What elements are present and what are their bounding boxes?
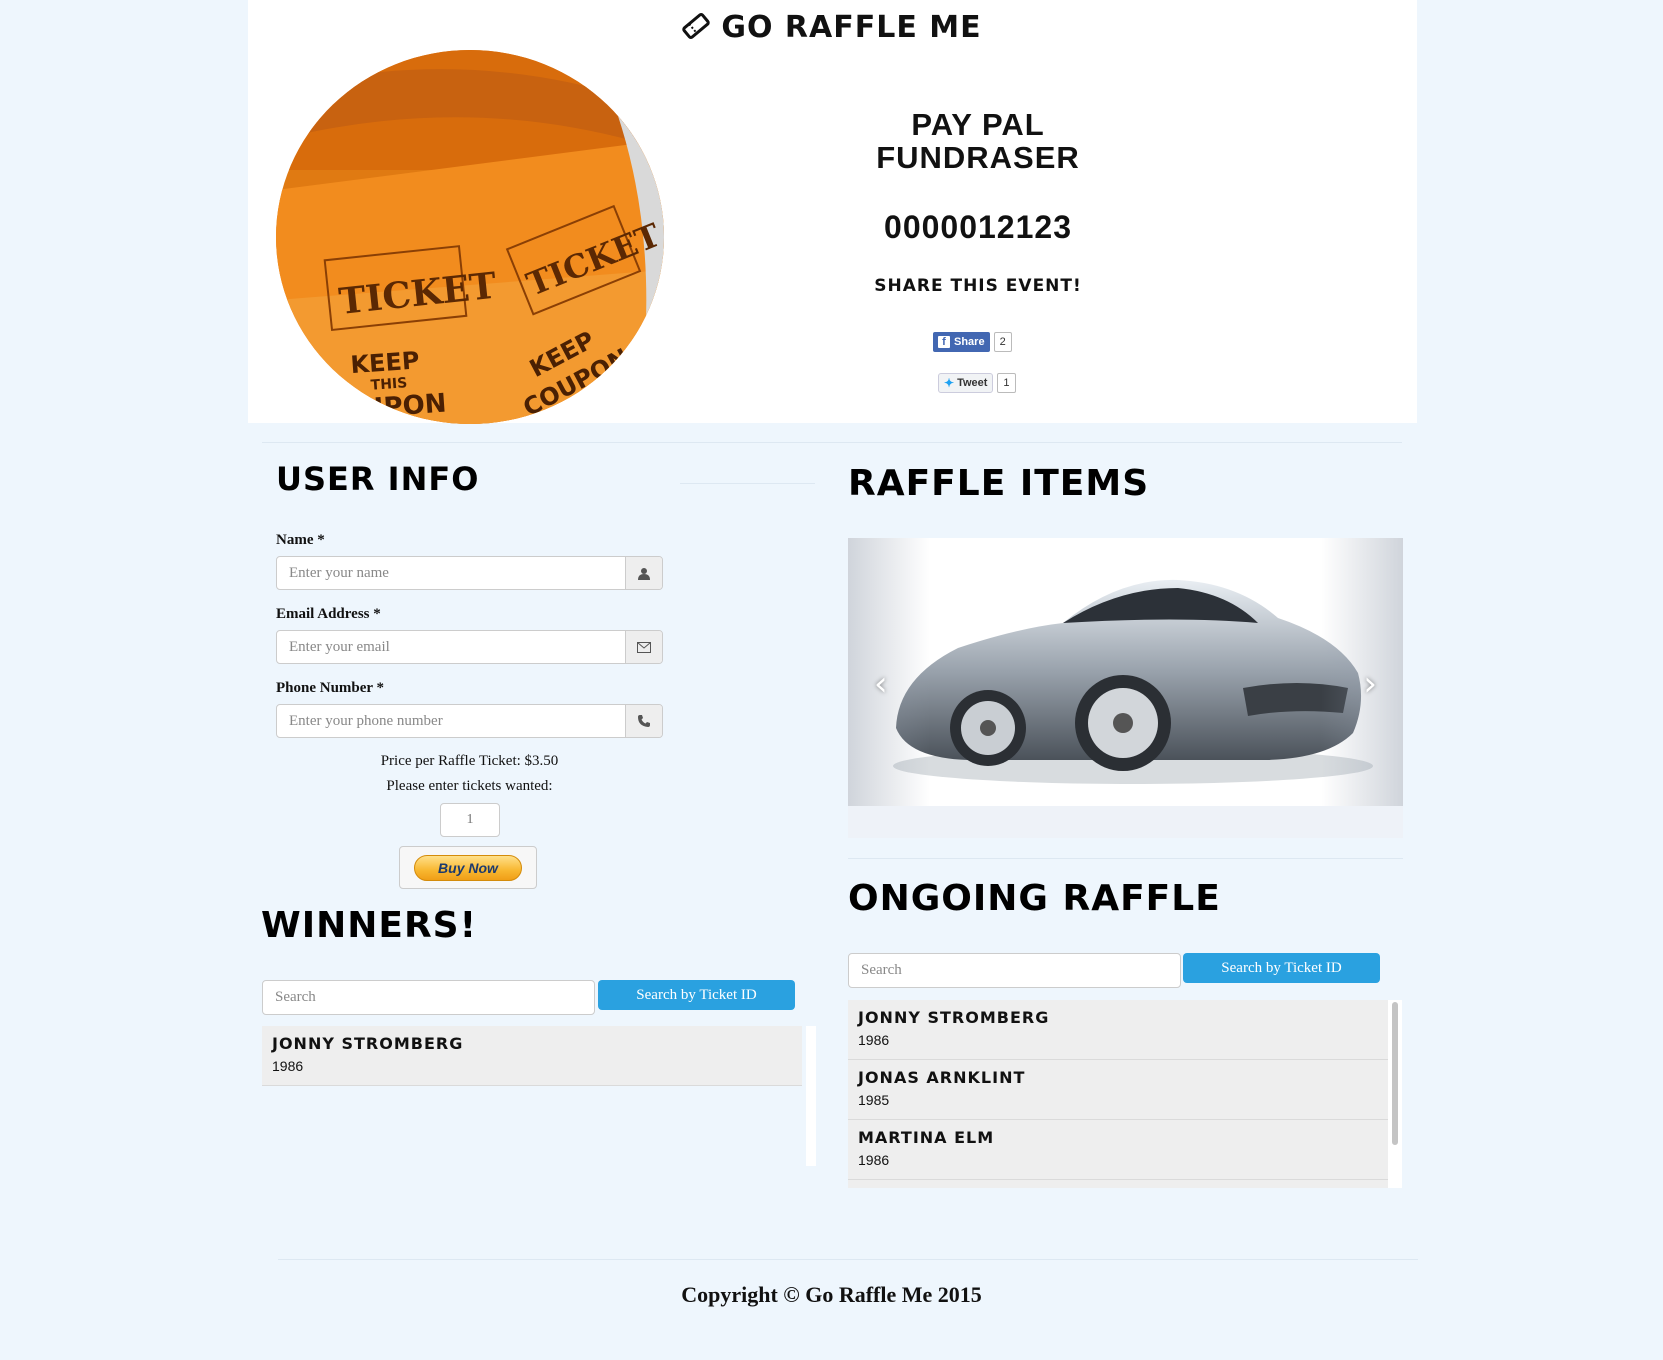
- carousel-right-shade: [1321, 538, 1403, 838]
- raffle-divider: [848, 858, 1403, 859]
- winners-search-button[interactable]: Search by Ticket ID: [598, 980, 795, 1010]
- phone-input[interactable]: [277, 705, 625, 737]
- price-text: Price per Raffle Ticket: $3.50: [380, 753, 559, 769]
- brand-title[interactable]: GO RAFFLE ME: [0, 10, 1663, 49]
- carousel-indicator-strip: [848, 806, 1403, 838]
- chevron-left-icon[interactable]: ‹: [874, 664, 888, 704]
- winners-scroll-track[interactable]: [806, 1026, 816, 1166]
- list-item[interactable]: JONNY STROMBERG 1986: [262, 1026, 802, 1086]
- event-title-line2: FUNDRASER: [876, 140, 1080, 175]
- twitter-bird-icon: ✦: [944, 376, 955, 390]
- ongoing-scroll-track[interactable]: [1388, 1000, 1402, 1188]
- facebook-share: f Share 2: [933, 332, 1012, 352]
- user-info-heading: USER INFO: [276, 460, 480, 498]
- facebook-share-button[interactable]: f Share: [933, 332, 990, 352]
- facebook-icon: f: [938, 336, 950, 348]
- winners-search-input[interactable]: Search: [262, 980, 595, 1015]
- ongoing-search-input[interactable]: Search: [848, 953, 1181, 988]
- phone-icon: [625, 705, 662, 737]
- share-count: 2: [993, 332, 1012, 352]
- user-icon: [625, 557, 662, 589]
- brand-name: GO RAFFLE ME: [721, 10, 982, 45]
- winner-year: 1986: [272, 1058, 304, 1074]
- event-number: 0000012123: [884, 209, 1072, 245]
- share-heading: SHARE THIS EVENT!: [874, 276, 1082, 296]
- phone-field[interactable]: [276, 704, 663, 738]
- raffle-items-heading: RAFFLE ITEMS: [848, 463, 1150, 504]
- name-input[interactable]: [277, 557, 625, 589]
- name-field[interactable]: [276, 556, 663, 590]
- list-item[interactable]: JONNY STROMBERG 1986: [848, 1000, 1388, 1060]
- heading-rule: [680, 483, 815, 484]
- ongoing-list: JONNY STROMBERG 1986 JONAS ARNKLINT 1985…: [848, 1000, 1388, 1188]
- buy-now-button[interactable]: Buy Now: [399, 846, 537, 889]
- tweet-count: 1: [997, 373, 1016, 393]
- raffle-items-carousel[interactable]: ‹ ›: [848, 538, 1403, 838]
- winner-name: JONNY STROMBERG: [272, 1034, 464, 1053]
- list-item[interactable]: JONAS ARNKLINT 1985: [848, 1060, 1388, 1120]
- footer-divider: [278, 1259, 1418, 1260]
- svg-text:KEEP: KEEP: [350, 346, 421, 379]
- list-item[interactable]: MARTINA ELM 1986: [848, 1120, 1388, 1180]
- tickets-quantity-input[interactable]: 1: [440, 803, 500, 837]
- ongoing-year: 1985: [858, 1092, 890, 1108]
- carousel-left-shade: [848, 538, 930, 838]
- tweet-button[interactable]: ✦ Tweet: [938, 373, 994, 393]
- buy-now-label: Buy Now: [414, 854, 522, 881]
- ongoing-name: MARTINA ELM: [858, 1128, 995, 1147]
- ongoing-search-button[interactable]: Search by Ticket ID: [1183, 953, 1380, 983]
- ongoing-name: JONAS ARNKLINT: [858, 1068, 1026, 1087]
- name-label: Name *: [276, 532, 325, 548]
- event-title-line1: PAY PAL: [911, 107, 1045, 142]
- ongoing-name: JONNY STROMBERG: [858, 1008, 1050, 1027]
- event-photo: TICKET TICKET KEEP THIS OUPON KEEP COUPO…: [276, 50, 664, 424]
- email-input[interactable]: [277, 631, 625, 663]
- ongoing-heading: ONGOING RAFFLE: [848, 878, 1221, 919]
- footer-copyright: Copyright © Go Raffle Me 2015: [681, 1282, 982, 1307]
- email-label: Email Address *: [276, 606, 381, 622]
- twitter-share: ✦ Tweet 1: [938, 373, 1016, 393]
- ongoing-year: 1986: [858, 1152, 890, 1168]
- phone-label: Phone Number *: [276, 680, 385, 696]
- ongoing-scroll-thumb[interactable]: [1392, 1002, 1398, 1145]
- tickets-prompt: Please enter tickets wanted:: [386, 778, 553, 794]
- chevron-right-icon[interactable]: ›: [1363, 664, 1377, 704]
- envelope-icon: [625, 631, 662, 663]
- event-title: PAY PAL FUNDRASER: [778, 108, 1178, 174]
- winners-heading: WINNERS!: [261, 905, 478, 946]
- car-image: [893, 579, 1373, 784]
- winners-list: JONNY STROMBERG 1986: [262, 1026, 802, 1166]
- section-divider: [262, 442, 1402, 443]
- email-field[interactable]: [276, 630, 663, 664]
- ticket-icon: [681, 11, 711, 49]
- ongoing-year: 1986: [858, 1032, 890, 1048]
- list-item[interactable]: [848, 1180, 1388, 1188]
